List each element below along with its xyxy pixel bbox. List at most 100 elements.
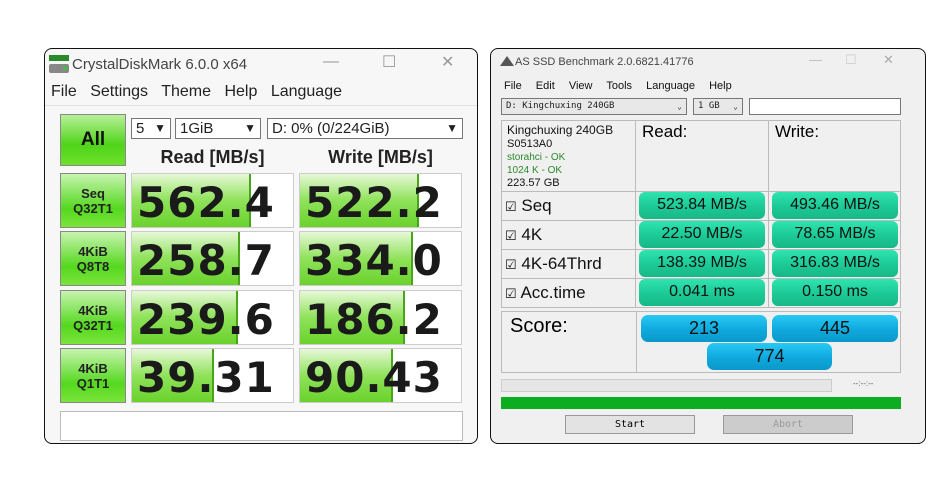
- menu-edit[interactable]: Edit: [536, 80, 555, 92]
- read-header: Read:: [642, 122, 688, 141]
- read-result: 523.84 MB/s: [639, 192, 765, 219]
- size-value: 1GiB: [180, 120, 214, 137]
- read-value: 39.31: [137, 353, 275, 402]
- menu-help[interactable]: Help: [224, 83, 257, 100]
- menu-language[interactable]: Language: [271, 83, 342, 100]
- write-result: 493.46 MB/s: [772, 192, 898, 219]
- menu-tools[interactable]: Tools: [606, 80, 632, 92]
- test-button-3[interactable]: 4KiB Q1T1: [60, 348, 126, 403]
- read-value: 239.6: [137, 295, 275, 344]
- test-button-2[interactable]: 4KiB Q32T1: [60, 290, 126, 345]
- test-row-3[interactable]: ☑ Acc.time: [505, 283, 586, 303]
- menu-file[interactable]: File: [504, 80, 522, 92]
- test-label-line2: Q32T1: [73, 200, 113, 216]
- size-select[interactable]: 1 GB ⌄: [693, 98, 743, 115]
- drive-select[interactable]: D: 0% (0/224GiB) ▼: [267, 118, 463, 139]
- chevron-down-icon: ▼: [244, 121, 256, 135]
- drive-value: D: 0% (0/224GiB): [272, 120, 390, 137]
- test-label: 4K-64Thrd: [521, 254, 602, 273]
- all-button[interactable]: All: [60, 114, 126, 166]
- app-icon: [500, 56, 514, 66]
- write-result-cell: 522.2: [299, 173, 462, 228]
- test-label-line1: 4KiB: [78, 302, 108, 318]
- read-result: 22.50 MB/s: [639, 221, 765, 248]
- test-row-0[interactable]: ☑ Seq: [505, 196, 552, 216]
- write-value: 334.0: [305, 236, 443, 285]
- comment-field[interactable]: [60, 411, 463, 441]
- write-value: 90.43: [305, 353, 443, 402]
- test-label-line1: 4KiB: [78, 360, 108, 376]
- test-label-line1: Seq: [81, 185, 105, 201]
- start-button[interactable]: Start: [565, 415, 695, 434]
- count-select[interactable]: 5 ▼: [131, 118, 171, 139]
- write-header: Write:: [775, 122, 820, 141]
- progress-fill: [501, 397, 901, 409]
- test-label-line2: Q32T1: [73, 317, 113, 333]
- menu-view[interactable]: View: [569, 80, 593, 92]
- text-field[interactable]: [749, 98, 901, 115]
- window-title: CrystalDiskMark 6.0.0 x64: [72, 56, 248, 73]
- menu-settings[interactable]: Settings: [90, 83, 148, 100]
- test-label-line2: Q1T1: [76, 375, 110, 391]
- alignment-status: 1024 K - OK: [507, 165, 563, 176]
- menu-help[interactable]: Help: [709, 80, 732, 92]
- elapsed-time: --:--:--: [853, 379, 874, 388]
- capacity: 223.57 GB: [507, 177, 560, 189]
- minimize-button[interactable]: —: [323, 53, 339, 71]
- read-value: 258.7: [137, 236, 275, 285]
- count-value: 5: [136, 120, 145, 137]
- chevron-down-icon: ⌄: [677, 102, 682, 111]
- overall-progress-bar: [501, 397, 901, 409]
- read-result-cell: 239.6: [131, 290, 294, 345]
- read-result-cell: 39.31: [131, 348, 294, 403]
- checkbox-icon[interactable]: ☑: [505, 257, 517, 272]
- window-title: AS SSD Benchmark 2.0.6821.41776: [515, 56, 694, 68]
- write-result-cell: 334.0: [299, 231, 462, 286]
- driver-status: storahci - OK: [507, 152, 566, 163]
- size-value: 1 GB: [698, 101, 720, 111]
- score-label: Score:: [510, 315, 568, 337]
- read-result-cell: 258.7: [131, 231, 294, 286]
- score-total: 774: [707, 343, 832, 370]
- chevron-down-icon: ⌄: [733, 102, 738, 111]
- read-result: 0.041 ms: [639, 279, 765, 306]
- write-result-cell: 186.2: [299, 290, 462, 345]
- read-value: 562.4: [137, 178, 275, 227]
- app-icon: [49, 55, 69, 75]
- test-button-0[interactable]: Seq Q32T1: [60, 173, 126, 228]
- score-write: 445: [772, 315, 898, 342]
- test-row-2[interactable]: ☑ 4K-64Thrd: [505, 254, 602, 274]
- as-ssd-window: AS SSD Benchmark 2.0.6821.41776 — ☐ ✕ Fi…: [490, 48, 926, 444]
- test-button-1[interactable]: 4KiB Q8T8: [60, 231, 126, 286]
- close-button[interactable]: ✕: [441, 52, 454, 72]
- size-select[interactable]: 1GiB ▼: [175, 118, 261, 139]
- minimize-button[interactable]: —: [809, 52, 822, 67]
- test-row-1[interactable]: ☑ 4K: [505, 225, 542, 245]
- maximize-button[interactable]: ☐: [845, 52, 857, 68]
- close-button[interactable]: ✕: [883, 52, 894, 68]
- checkbox-icon[interactable]: ☑: [505, 286, 517, 301]
- test-label-line1: 4KiB: [78, 243, 108, 259]
- crystaldiskmark-window: CrystalDiskMark 6.0.0 x64 — ☐ ✕ File Set…: [44, 48, 478, 444]
- test-progress-bar: [501, 379, 832, 392]
- write-header: Write [MB/s]: [328, 147, 433, 167]
- menu-file[interactable]: File: [51, 83, 77, 100]
- menu-language[interactable]: Language: [646, 80, 695, 92]
- maximize-button[interactable]: ☐: [382, 52, 396, 72]
- drive-name: Kingchuxing 240GB: [507, 123, 614, 137]
- firmware: S0513A0: [507, 138, 553, 150]
- test-label-line2: Q8T8: [76, 258, 110, 274]
- menu-theme[interactable]: Theme: [161, 83, 211, 100]
- chevron-down-icon: ▼: [446, 121, 458, 135]
- drive-select[interactable]: D: Kingchuxing 240GB ⌄: [501, 98, 687, 115]
- test-label: Seq: [521, 196, 552, 215]
- test-label: 4K: [521, 225, 543, 244]
- drive-info: Kingchuxing 240GB S0513A0 storahci - OK …: [507, 123, 613, 190]
- abort-button[interactable]: Abort: [723, 415, 853, 434]
- write-value: 522.2: [305, 178, 443, 227]
- checkbox-icon[interactable]: ☑: [505, 199, 517, 214]
- drive-value: D: Kingchuxing 240GB: [506, 101, 615, 111]
- write-result: 316.83 MB/s: [772, 250, 898, 277]
- checkbox-icon[interactable]: ☑: [505, 228, 517, 243]
- read-result-cell: 562.4: [131, 173, 294, 228]
